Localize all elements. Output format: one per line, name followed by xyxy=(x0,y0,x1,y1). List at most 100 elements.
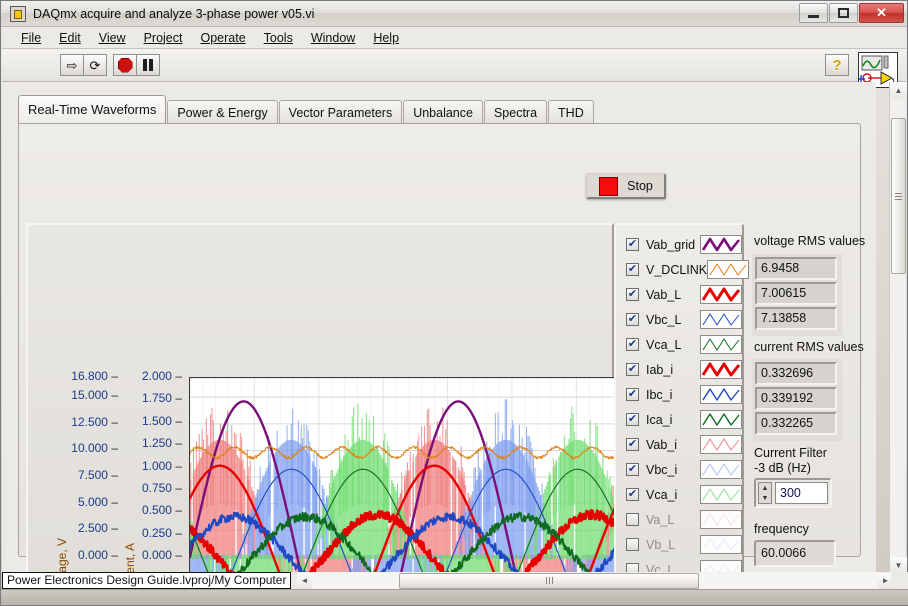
current-rms-value-1: 0.339192 xyxy=(755,387,837,410)
project-path-label: Power Electronics Design Guide.lvproj/My… xyxy=(2,572,292,589)
horizontal-scrollbar[interactable]: ◄ ► xyxy=(297,572,893,589)
current-filter-input[interactable]: ▲ ▼ 300 xyxy=(754,478,832,508)
stop-button[interactable]: Stop xyxy=(586,173,666,199)
menu-view[interactable]: View xyxy=(90,29,135,47)
menu-help[interactable]: Help xyxy=(364,29,408,47)
legend-checkbox[interactable]: ✔ xyxy=(626,463,639,476)
minimize-button[interactable] xyxy=(799,3,828,23)
menu-edit[interactable]: Edit xyxy=(50,29,90,47)
legend-row[interactable]: ✔ Ica_i xyxy=(616,407,742,432)
legend-checkbox[interactable] xyxy=(626,538,639,551)
menu-window[interactable]: Window xyxy=(302,29,364,47)
menu-tools-label: Tools xyxy=(263,30,293,45)
menu-project[interactable]: Project xyxy=(135,29,192,47)
legend-label: Vab_L xyxy=(646,287,682,302)
current-filter-value[interactable]: 300 xyxy=(775,482,828,504)
current-filter-stepper[interactable]: ▲ ▼ xyxy=(758,482,772,504)
legend-plot-style-swatch[interactable] xyxy=(700,460,742,479)
window-bottom-edge xyxy=(1,589,908,605)
menu-tools[interactable]: Tools xyxy=(255,29,302,47)
front-panel-body: Real-Time Waveforms Power & Energy Vecto… xyxy=(2,82,876,574)
menu-file[interactable]: File xyxy=(12,29,50,47)
plot-legend[interactable]: ✔ Vab_grid ✔ V_DCLINK ✔ Vab_L ✔ Vbc_L ✔ Vca_L ✔ Iab… xyxy=(614,223,750,574)
y-tick-label: 0.000 – xyxy=(77,548,118,562)
legend-plot-style-swatch[interactable] xyxy=(700,310,742,329)
tab-spectra[interactable]: Spectra xyxy=(483,100,548,124)
legend-row[interactable]: ✔ Ibc_i xyxy=(616,382,742,407)
legend-row[interactable]: ✔ Vab_L xyxy=(616,282,742,307)
vertical-scrollbar[interactable]: ▲ ▼ xyxy=(889,82,907,574)
pause-icon[interactable] xyxy=(136,54,160,76)
tab-thd[interactable]: THD xyxy=(548,100,594,124)
labview-vi-icon xyxy=(10,6,26,22)
current-filter-label-line2: -3 dB (Hz) xyxy=(754,461,811,475)
legend-row[interactable]: ✔ Vab_grid xyxy=(616,232,742,257)
legend-plot-style-swatch[interactable] xyxy=(700,510,742,529)
legend-plot-style-swatch[interactable] xyxy=(700,385,742,404)
legend-checkbox[interactable]: ✔ xyxy=(626,263,639,276)
plot-area[interactable] xyxy=(189,377,616,574)
stepper-down-icon[interactable]: ▼ xyxy=(759,493,771,503)
menu-file-label: File xyxy=(21,30,42,45)
resize-grip[interactable] xyxy=(891,572,906,589)
close-button[interactable]: ✕ xyxy=(859,3,904,23)
legend-row[interactable]: ✔ Iab_i xyxy=(616,357,742,382)
legend-row[interactable]: Vb_L xyxy=(616,532,742,557)
horizontal-scroll-track[interactable] xyxy=(312,572,878,589)
legend-plot-style-swatch[interactable] xyxy=(700,485,742,504)
legend-row[interactable]: ✔ Vab_i xyxy=(616,432,742,457)
legend-row[interactable]: ✔ V_DCLINK xyxy=(616,257,750,282)
legend-label: Ica_i xyxy=(646,412,673,427)
legend-checkbox[interactable]: ✔ xyxy=(626,363,639,376)
menu-help-label: Help xyxy=(373,30,400,45)
legend-plot-style-swatch[interactable] xyxy=(700,235,742,254)
series-V_DCLINK xyxy=(190,445,615,460)
legend-plot-style-swatch[interactable] xyxy=(700,285,742,304)
legend-checkbox[interactable]: ✔ xyxy=(626,488,639,501)
legend-plot-style-swatch[interactable] xyxy=(700,410,742,429)
legend-checkbox[interactable]: ✔ xyxy=(626,313,639,326)
tab-power-and-energy[interactable]: Power & Energy xyxy=(167,100,278,124)
stop-button-label: Stop xyxy=(627,179,653,193)
maximize-button[interactable] xyxy=(829,3,858,23)
waveform-graph[interactable]: Voltage, V Current, A 16.800 –15.000 –12… xyxy=(26,223,616,574)
legend-plot-style-swatch[interactable] xyxy=(700,360,742,379)
abort-execution-icon[interactable] xyxy=(113,54,137,76)
context-help-icon[interactable]: ? xyxy=(825,54,849,76)
stepper-up-icon[interactable]: ▲ xyxy=(759,483,771,493)
y-tick-label: 1.000 – xyxy=(141,458,182,473)
horizontal-scroll-thumb[interactable] xyxy=(399,572,699,589)
legend-checkbox[interactable]: ✔ xyxy=(626,288,639,301)
current-filter-label-line1: Current Filter xyxy=(754,446,827,460)
legend-plot-style-swatch[interactable] xyxy=(700,435,742,454)
run-continuously-icon[interactable]: ⟳ xyxy=(83,54,107,76)
legend-checkbox[interactable]: ✔ xyxy=(626,388,639,401)
legend-row[interactable]: Va_L xyxy=(616,507,742,532)
y-tick-label: 10.000 – xyxy=(71,441,118,456)
tab-vector-parameters[interactable]: Vector Parameters xyxy=(278,100,403,124)
legend-checkbox[interactable] xyxy=(626,513,639,526)
run-arrow-icon[interactable]: ⇨ xyxy=(60,54,84,76)
legend-checkbox[interactable]: ✔ xyxy=(626,238,639,251)
legend-row[interactable]: ✔ Vca_i xyxy=(616,482,742,507)
legend-checkbox[interactable]: ✔ xyxy=(626,438,639,451)
legend-checkbox[interactable]: ✔ xyxy=(626,413,639,426)
menu-operate[interactable]: Operate xyxy=(191,29,254,47)
frequency-value: 60.0066 xyxy=(754,540,836,567)
legend-row[interactable]: ✔ Vca_L xyxy=(616,332,742,357)
tab-real-time-waveforms[interactable]: Real-Time Waveforms xyxy=(18,95,167,124)
tab-unbalance[interactable]: Unbalance xyxy=(403,100,483,124)
current-rms-array: 0.332696 0.339192 0.332265 xyxy=(752,359,842,441)
legend-label: Vab_i xyxy=(646,437,678,452)
y-tick-label: 16.800 – xyxy=(71,369,118,383)
legend-plot-style-swatch[interactable] xyxy=(700,335,742,354)
legend-row[interactable]: ✔ Vbc_L xyxy=(616,307,742,332)
legend-row[interactable]: ✔ Vbc_i xyxy=(616,457,742,482)
legend-plot-style-swatch[interactable] xyxy=(707,260,750,279)
vertical-scroll-thumb[interactable] xyxy=(891,118,906,274)
scroll-up-arrow-icon[interactable]: ▲ xyxy=(890,82,907,99)
scroll-left-arrow-icon[interactable]: ◄ xyxy=(297,572,312,589)
labview-front-panel-window: DAQmx acquire and analyze 3-phase power … xyxy=(0,0,908,606)
legend-plot-style-swatch[interactable] xyxy=(700,535,742,554)
legend-checkbox[interactable]: ✔ xyxy=(626,338,639,351)
